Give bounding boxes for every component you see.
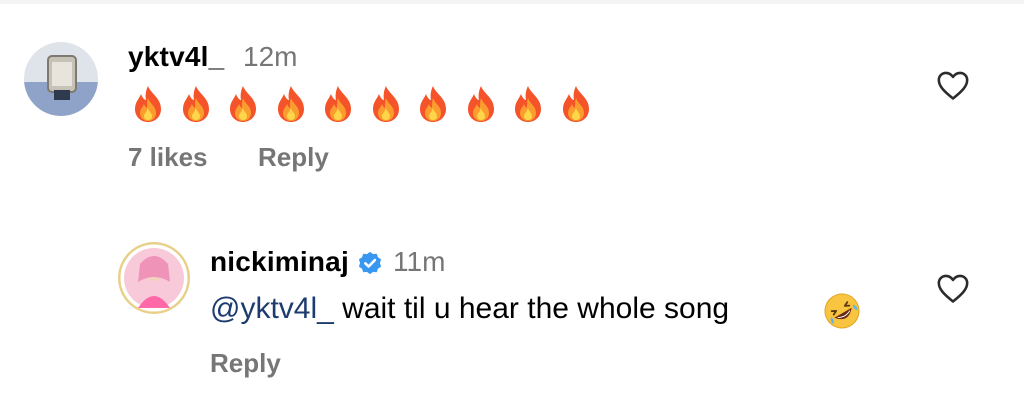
fire-emoji-icon	[182, 86, 209, 122]
likes-count[interactable]: 7 likes	[128, 141, 208, 173]
fire-emoji-icon	[135, 86, 161, 122]
commenter-username[interactable]: yktv4l_	[128, 41, 224, 73]
fire-emoji-icon	[230, 86, 256, 122]
like-heart-icon[interactable]	[936, 272, 970, 304]
fire-emoji-icon	[467, 86, 494, 122]
commenter-avatar[interactable]	[24, 42, 98, 116]
reply-author-username[interactable]: nickiminaj	[210, 246, 349, 278]
reply-text: @yktv4l_ wait til u hear the whole song	[210, 289, 729, 329]
fire-emoji-icon	[562, 86, 589, 122]
reply-message: wait til u hear the whole song	[333, 292, 730, 325]
fire-emoji-icon	[420, 86, 446, 122]
verified-badge-icon	[358, 251, 382, 275]
fire-emoji-icon	[372, 86, 399, 122]
like-heart-icon[interactable]	[936, 69, 970, 101]
mention-link[interactable]: @yktv4l_	[210, 292, 334, 325]
top-divider	[0, 0, 1024, 4]
reply-reply-button[interactable]: Reply	[210, 347, 281, 379]
reply-button[interactable]: Reply	[258, 141, 329, 173]
rolling-on-floor-laughing-emoji-icon	[824, 293, 860, 329]
reply-author-avatar[interactable]	[118, 242, 190, 314]
comment-timestamp: 12m	[243, 41, 298, 72]
fire-emoji-icon	[325, 86, 351, 122]
fire-emoji-icon	[277, 86, 304, 122]
reply-timestamp: 11m	[393, 246, 446, 277]
fire-emoji-icon	[515, 86, 541, 122]
